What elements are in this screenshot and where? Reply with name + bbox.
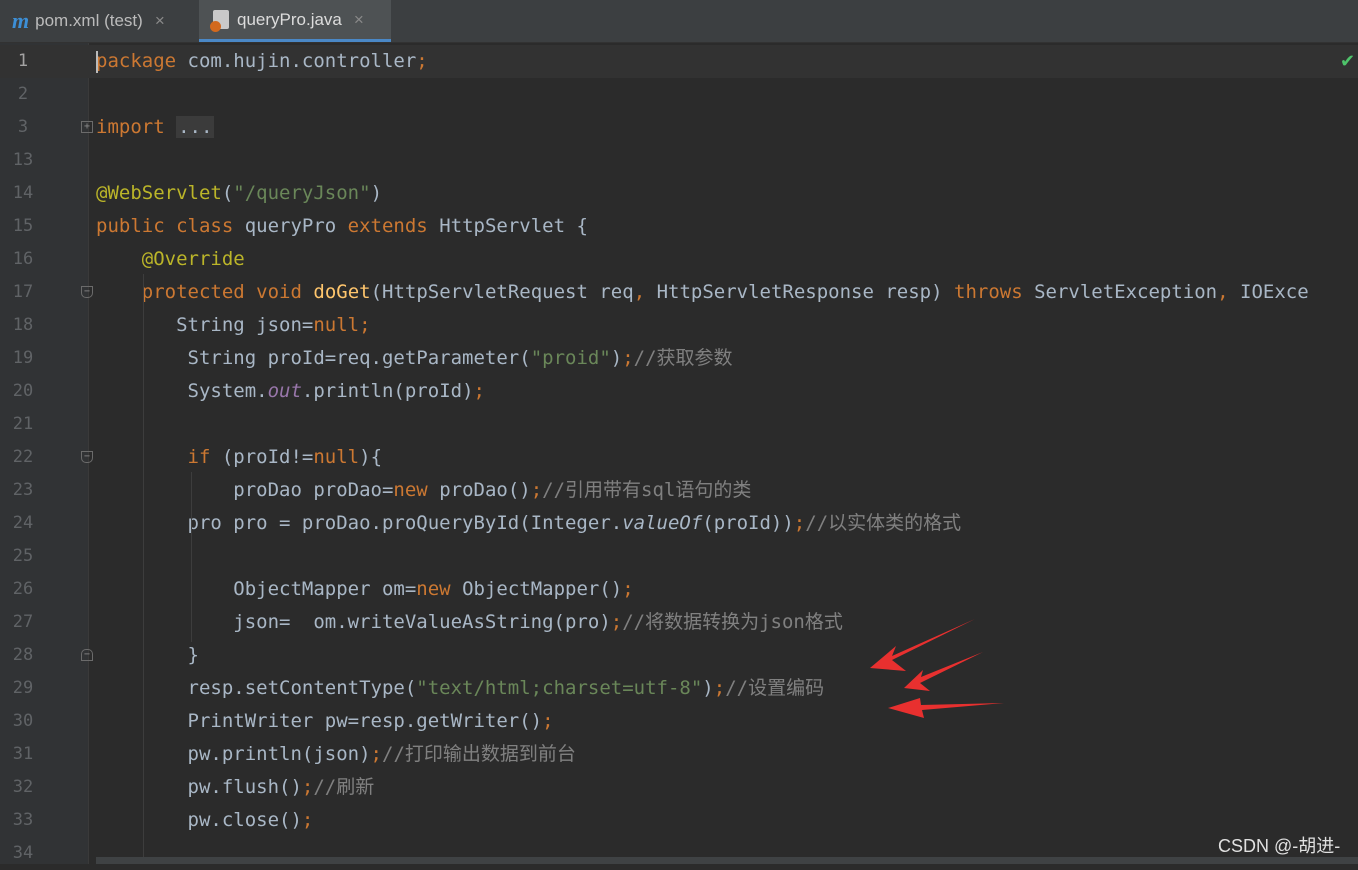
code-line[interactable]: 32 pw.flush();//刷新 (0, 771, 1358, 804)
code-line[interactable]: 29 resp.setContentType("text/html;charse… (0, 672, 1358, 705)
line-number: 23 (12, 480, 34, 500)
code-text: } (96, 644, 199, 666)
code-line[interactable]: 21 (0, 408, 1358, 441)
line-number: 14 (12, 183, 34, 203)
text-caret (96, 51, 98, 73)
code-line[interactable]: 33 pw.close(); (0, 804, 1358, 837)
watermark: CSDN @-胡进- (1218, 836, 1341, 856)
line-number: 24 (12, 513, 34, 533)
code-line[interactable]: 27 json= om.writeValueAsString(pro);//将数… (0, 606, 1358, 639)
horizontal-scrollbar[interactable] (96, 857, 1358, 864)
line-number: 32 (12, 777, 34, 797)
code-text: System.out.println(proId); (96, 380, 485, 402)
code-text: json= om.writeValueAsString(pro);//将数据转换… (96, 611, 843, 633)
code-text: String proId=req.getParameter("proid");/… (96, 347, 733, 369)
code-line[interactable]: 23 proDao proDao=new proDao();//引用带有sql语… (0, 474, 1358, 507)
line-number: 26 (12, 579, 34, 599)
code-text: pw.flush();//刷新 (96, 776, 375, 798)
code-text: package com.hujin.controller; (96, 50, 428, 72)
line-number: 22 (12, 447, 34, 467)
line-number: 28 (12, 645, 34, 665)
code-text: PrintWriter pw=resp.getWriter(); (96, 710, 554, 732)
code-line[interactable]: 24 pro pro = proDao.proQueryById(Integer… (0, 507, 1358, 540)
indent-guide (191, 472, 192, 642)
code-text: @Override (141, 248, 245, 270)
close-icon[interactable]: × (354, 10, 364, 30)
fold-toggle-icon[interactable]: + (81, 121, 93, 133)
code-line[interactable]: 19 String proId=req.getParameter("proid"… (0, 342, 1358, 375)
line-number: 17 (12, 282, 34, 302)
code-line[interactable]: 30 PrintWriter pw=resp.getWriter(); (0, 705, 1358, 738)
code-text: pro pro = proDao.proQueryById(Integer.va… (96, 512, 962, 534)
code-line[interactable]: 31 pw.println(json);//打印输出数据到前台 (0, 738, 1358, 771)
indent-guide (143, 274, 144, 864)
code-text: pw.println(json);//打印输出数据到前台 (96, 743, 576, 765)
line-number: 16 (12, 249, 34, 269)
code-text: import ... (96, 116, 215, 138)
code-text: String json=null; (96, 314, 371, 336)
tab-label: queryPro.java (237, 9, 342, 29)
line-number: 15 (12, 216, 34, 236)
code-line[interactable]: 22 − if (proId!=null){ (0, 441, 1358, 474)
code-line[interactable]: 26 ObjectMapper om=new ObjectMapper(); (0, 573, 1358, 606)
tab-querypro-java[interactable]: queryPro.java × (199, 0, 391, 42)
tab-pom-xml[interactable]: m pom.xml (test) × (12, 0, 198, 42)
line-number: 1 (17, 51, 29, 71)
code-line[interactable]: 25 (0, 540, 1358, 573)
code-line[interactable]: 2 (0, 78, 1358, 111)
tab-label: pom.xml (test) (35, 11, 143, 30)
code-line[interactable]: 17 − protected void doGet(HttpServletRequ… (0, 276, 1358, 309)
fold-toggle-icon[interactable]: − (81, 649, 93, 661)
java-file-icon (210, 10, 229, 32)
code-text: resp.setContentType("text/html;charset=u… (96, 677, 825, 699)
code-line[interactable]: 13 (0, 144, 1358, 177)
line-number: 21 (12, 414, 34, 434)
code-line[interactable]: 14 @WebServlet("/queryJson") (0, 177, 1358, 210)
code-text: pw.close(); (96, 809, 314, 831)
code-text: if (proId!=null){ (187, 446, 383, 468)
code-text: protected void doGet(HttpServletRequest … (141, 281, 1309, 303)
code-text: proDao proDao=new proDao();//引用带有sql语句的类 (96, 479, 752, 501)
line-number: 18 (12, 315, 34, 335)
line-number: 29 (12, 678, 34, 698)
line-number: 19 (12, 348, 34, 368)
code-line[interactable]: 28 − } (0, 639, 1358, 672)
line-number: 13 (12, 150, 34, 170)
code-line[interactable]: 15 public class queryPro extends HttpServ… (0, 210, 1358, 243)
code-line[interactable]: 34 (0, 837, 1358, 870)
line-number: 3 (17, 117, 29, 137)
code-text: public class queryPro extends HttpServle… (96, 215, 588, 237)
code-line[interactable]: 18 String json=null; (0, 309, 1358, 342)
fold-toggle-icon[interactable]: − (81, 451, 93, 463)
line-number: 2 (17, 84, 29, 104)
close-icon[interactable]: × (155, 11, 165, 31)
maven-icon: m (12, 8, 30, 33)
editor-tab-bar: m pom.xml (test) × queryPro.java × (0, 0, 1358, 43)
code-line[interactable]: 20 System.out.println(proId); (0, 375, 1358, 408)
code-line[interactable]: 16 @Override (0, 243, 1358, 276)
line-number: 34 (12, 843, 34, 863)
line-number: 33 (12, 810, 34, 830)
line-number: 27 (12, 612, 34, 632)
line-number: 20 (12, 381, 34, 401)
line-number: 25 (12, 546, 34, 566)
line-number: 30 (12, 711, 34, 731)
code-text: ObjectMapper om=new ObjectMapper(); (96, 578, 634, 600)
line-number: 31 (12, 744, 34, 764)
fold-toggle-icon[interactable]: − (81, 286, 93, 298)
inspection-ok-icon[interactable]: ✔ (1340, 51, 1355, 72)
code-text: @WebServlet("/queryJson") (96, 182, 383, 204)
code-line[interactable]: 3 + import ... (0, 111, 1358, 144)
code-line[interactable]: 1 package com.hujin.controller; (0, 45, 1358, 78)
